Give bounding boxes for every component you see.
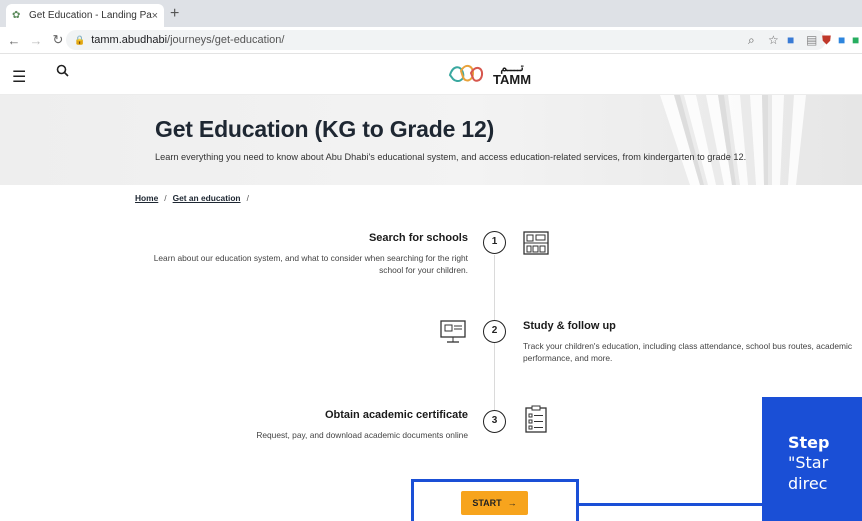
step-3-description: Request, pay, and download academic docu… [256,430,468,440]
browser-address-bar: ← → ↻ 🔒 tamm.abudhabi/journeys/get-educa… [0,27,862,54]
school-building-icon [523,231,549,255]
translate-extension-icon[interactable]: ▤ [806,32,817,48]
tutorial-highlight-box [411,479,579,521]
menu-icon[interactable]: ☰ [12,67,26,87]
step-1-description: Learn about our education system, and wh… [153,253,468,275]
breadcrumb-home-link[interactable]: Home [135,193,158,203]
tamm-logo[interactable]: تــــم TAMM [447,61,531,87]
page-subtitle: Learn everything you need to know about … [155,152,747,162]
forward-arrow-icon[interactable]: → [28,33,44,48]
zoom-icon[interactable]: ⌕ [748,32,755,48]
breadcrumb: Home / Get an education / [135,193,249,203]
browser-tab-bar: ✿ Get Education - Landing Page × + [0,0,862,27]
tamm-favicon-icon: ✿ [12,9,21,21]
new-tab-button[interactable]: + [170,6,179,22]
tutorial-callout: Step "Star direc [762,397,862,521]
url-path: /journeys/get-education/ [167,34,285,46]
step-3-number: 3 [483,410,506,433]
site-header: ☰ تــــم TAMM [0,55,862,95]
step-1-title[interactable]: Search for schools [300,232,468,244]
step-2-description: Track your children's education, includi… [523,341,853,363]
clipboard-icon [525,405,547,433]
hero-banner: Get Education (KG to Grade 12) Learn eve… [0,95,862,185]
reload-icon[interactable]: ↻ [50,32,66,48]
breadcrumb-separator: / [164,193,167,203]
callout-title: Step [788,433,830,452]
tutorial-connector-line [579,503,762,506]
step-2-title[interactable]: Study & follow up [523,320,616,332]
hero-decorative-pattern [660,95,806,185]
bookmark-star-icon[interactable]: ☆ [768,32,779,48]
browser-tab[interactable]: ✿ Get Education - Landing Page × [6,4,164,27]
lock-icon: 🔒 [74,34,86,45]
search-icon[interactable] [56,64,69,80]
page-title: Get Education (KG to Grade 12) [155,116,495,142]
tamm-logo-text: تــــم TAMM [493,62,531,86]
tab-title: Get Education - Landing Page [29,10,152,21]
step-3-title[interactable]: Obtain academic certificate [260,409,468,421]
url-field[interactable]: 🔒 tamm.abudhabi/journeys/get-education/ [66,30,826,50]
tamm-logo-mark-icon [448,65,484,82]
close-tab-icon[interactable]: × [152,10,158,22]
computer-monitor-icon [440,320,466,343]
step-1-number: 1 [483,231,506,254]
breadcrumb-current-link[interactable]: Get an education [173,193,241,203]
extension-icon-3[interactable]: ■ [852,32,859,48]
step-2-number: 2 [483,320,506,343]
back-arrow-icon[interactable]: ← [6,33,22,48]
logo-latin-text: TAMM [493,72,532,87]
callout-line-1: "Star [788,453,829,472]
callout-line-2: direc [788,474,828,493]
screenshot-frame: ✿ Get Education - Landing Page × + ← → ↻… [0,0,862,521]
extension-icon-2[interactable]: ■ [838,32,845,48]
url-host: tamm.abudhabi [91,34,168,46]
shield-extension-icon[interactable]: ⛊ [822,32,831,48]
breadcrumb-separator: / [246,193,249,203]
extension-icon[interactable]: ■ [787,32,794,48]
